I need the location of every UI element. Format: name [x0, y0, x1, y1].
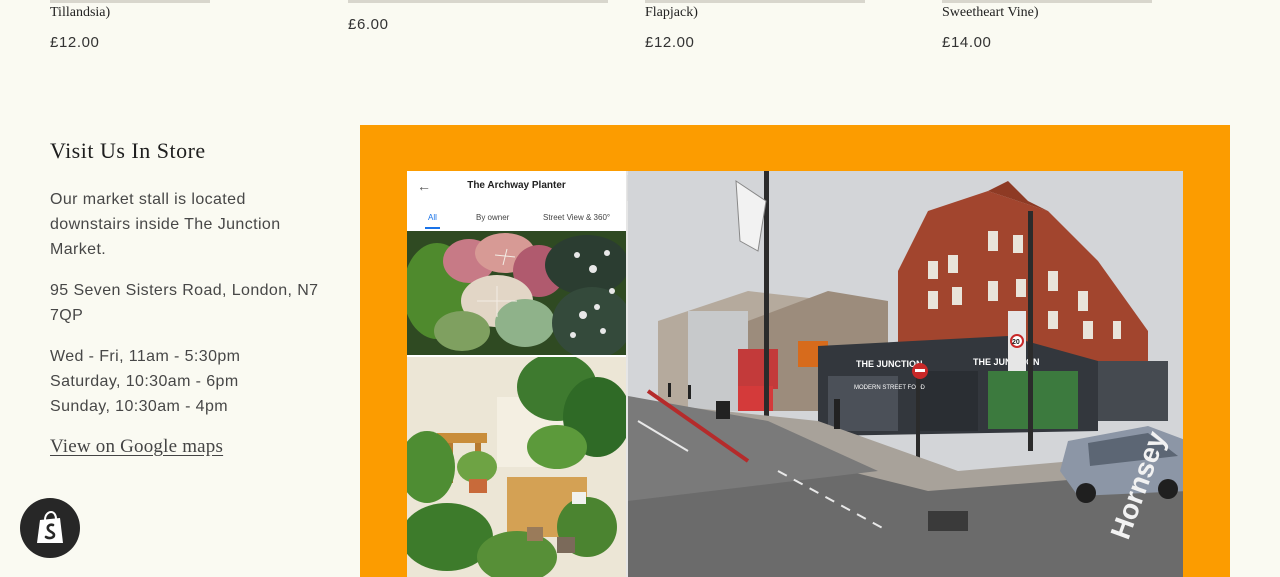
google-maps-link[interactable]: View on Google maps — [50, 436, 223, 458]
shopify-badge[interactable] — [20, 498, 80, 558]
hours-line: Wed - Fri, 11am - 5:30pm — [50, 348, 241, 365]
store-address: 95 Seven Sisters Road, London, N7 7QP — [50, 282, 319, 324]
maps-sidebar: ← The Archway Planter All By owner Stree… — [407, 171, 628, 577]
store-description: Our market stall is located downstairs i… — [50, 191, 281, 258]
plant-leaves-illustration — [407, 231, 626, 355]
hours-line: Saturday, 10:30am - 6pm — [50, 373, 239, 390]
product-name[interactable]: Sweetheart Vine) — [942, 3, 1038, 23]
store-hours: Wed - Fri, 11am - 5:30pm Saturday, 10:30… — [50, 344, 320, 419]
store-title: Visit Us In Store — [50, 138, 206, 163]
shop-plants-illustration — [407, 357, 626, 577]
tab-by-owner: By owner — [476, 213, 510, 222]
shop-sign-left: THE JUNCTION — [856, 359, 923, 369]
product-price: £12.00 — [50, 34, 100, 51]
street-view-image: THE JUNCTION THE JUNCTION MODERN STREET … — [628, 171, 1183, 577]
shop-window-text: MODERN STREET FOOD — [854, 385, 926, 391]
product-price: £12.00 — [645, 34, 695, 51]
street-view-illustration: THE JUNCTION THE JUNCTION MODERN STREET … — [628, 171, 1183, 577]
speed-limit-sign: 20 — [1012, 339, 1020, 346]
product-name[interactable]: Tillandsia) — [50, 3, 110, 23]
google-maps-screenshot: ← The Archway Planter All By owner Stree… — [407, 171, 1183, 577]
map-image-frame: ← The Archway Planter All By owner Stree… — [360, 125, 1230, 577]
product-name[interactable]: Flapjack) — [645, 3, 698, 23]
maps-sidebar-header: ← The Archway Planter — [407, 171, 626, 201]
tab-all: All — [425, 213, 440, 229]
hours-line: Sunday, 10:30am - 4pm — [50, 398, 228, 415]
shop-plants-photo — [407, 357, 626, 577]
product-name-clipped — [348, 0, 608, 3]
product-price: £14.00 — [942, 34, 992, 51]
photo-tabs: All By owner Street View & 360° — [407, 207, 626, 232]
tab-street-view: Street View & 360° — [543, 213, 611, 222]
shopify-bag-icon — [37, 511, 63, 543]
plant-leaves-photo — [407, 231, 626, 355]
place-name: The Archway Planter — [467, 180, 566, 191]
product-price: £6.00 — [348, 16, 389, 33]
